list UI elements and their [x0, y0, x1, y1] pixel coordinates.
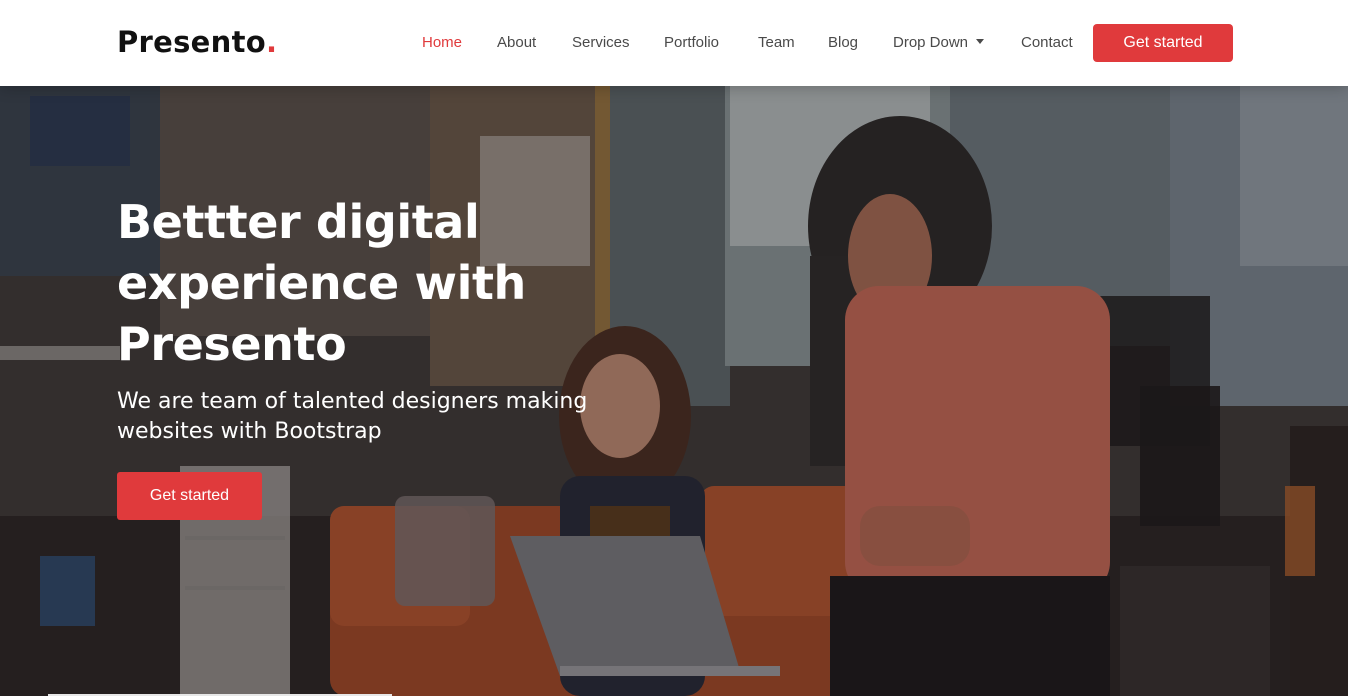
hero-title-line-3: Presento — [117, 317, 347, 371]
nav-item-team[interactable]: Team — [758, 33, 795, 53]
hero-title-line-1: Bettter digital — [117, 195, 480, 249]
nav-item-dropdown[interactable]: Drop Down — [893, 33, 985, 53]
hero-subtitle: We are team of talented designers making… — [117, 389, 588, 444]
header-get-started-button[interactable]: Get started — [1093, 24, 1233, 62]
hero-get-started-button[interactable]: Get started — [117, 472, 262, 520]
nav-item-blog[interactable]: Blog — [828, 33, 858, 53]
site-header: Presento. Home About Services Portfolio … — [0, 0, 1348, 86]
nav-item-about[interactable]: About — [497, 33, 536, 53]
nav-item-services[interactable]: Services — [572, 33, 630, 53]
hero-title-line-2: experience with — [117, 256, 526, 310]
caret-down-icon — [976, 39, 985, 44]
nav-item-contact[interactable]: Contact — [1021, 33, 1073, 53]
nav-item-dropdown-label: Drop Down — [893, 34, 969, 51]
hero-section: Bettter digital experience with Presento W… — [0, 86, 1348, 696]
nav-item-home[interactable]: Home — [422, 33, 462, 53]
hero-title: Bettter digital experience with Presento — [117, 192, 587, 375]
nav-item-portfolio[interactable]: Portfolio — [664, 33, 719, 53]
